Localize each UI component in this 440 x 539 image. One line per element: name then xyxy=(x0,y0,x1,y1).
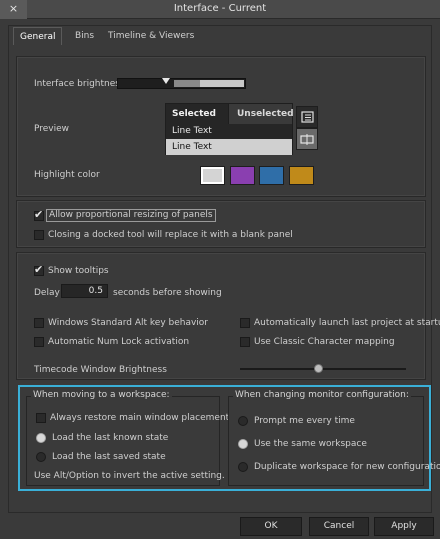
duplicate-workspace-label: Duplicate workspace for new configuratio… xyxy=(254,462,440,472)
ok-button[interactable]: OK xyxy=(240,517,302,536)
load-saved-label: Load the last saved state xyxy=(52,452,166,462)
prompt-radio[interactable] xyxy=(238,416,248,426)
frame-view-icon[interactable] xyxy=(296,128,318,150)
list-view-icon[interactable] xyxy=(296,106,318,128)
num-lock-label: Automatic Num Lock activation xyxy=(48,337,190,347)
highlight-swatch-blue[interactable] xyxy=(259,166,284,185)
classic-mapping-label: Use Classic Character mapping xyxy=(254,337,395,347)
tab-general[interactable]: General xyxy=(13,27,63,45)
show-tooltips-label: Show tooltips xyxy=(48,266,109,276)
brightness-slider[interactable] xyxy=(117,78,246,89)
show-tooltips-checkbox[interactable]: ✔ xyxy=(34,263,44,276)
always-restore-label: Always restore main window placement xyxy=(50,413,230,423)
preview-label: Preview xyxy=(34,124,70,134)
window-title: Interface - Current xyxy=(173,3,267,14)
workspace-hint: Use Alt/Option to invert the active sett… xyxy=(34,471,225,481)
load-known-label: Load the last known state xyxy=(52,433,169,443)
highlight-swatch-gold[interactable] xyxy=(289,166,314,185)
brightness-label: Interface brightness xyxy=(34,79,125,89)
highlight-label: Highlight color xyxy=(34,170,100,180)
delay-input[interactable]: 0.5 xyxy=(61,284,108,298)
alt-key-label: Windows Standard Alt key behavior xyxy=(48,318,209,328)
preview-row-unselected: Line Text xyxy=(166,139,292,155)
same-workspace-label: Use the same workspace xyxy=(254,439,367,449)
workspace-group-title: When moving to a workspace: xyxy=(31,390,172,400)
resize-panels-label: Allow proportional resizing of panels xyxy=(46,209,216,222)
brightness-light-segment xyxy=(200,80,244,87)
alt-key-checkbox[interactable] xyxy=(34,318,44,328)
cancel-button[interactable]: Cancel xyxy=(309,517,369,536)
title-bar: × Interface - Current xyxy=(0,0,440,19)
auto-launch-label: Automatically launch last project at sta… xyxy=(254,318,440,328)
preview-unselected-tab: Unselected xyxy=(228,104,294,124)
tab-bins[interactable]: Bins xyxy=(69,27,100,45)
panels-panel xyxy=(16,200,426,248)
duplicate-workspace-radio[interactable] xyxy=(238,462,248,472)
prompt-label: Prompt me every time xyxy=(254,416,355,426)
timecode-brightness-slider[interactable] xyxy=(240,368,406,370)
timecode-brightness-label: Timecode Window Brightness xyxy=(34,365,167,375)
docked-tool-label: Closing a docked tool will replace it wi… xyxy=(48,230,293,240)
highlight-swatch-purple[interactable] xyxy=(230,166,255,185)
highlight-swatch-gray[interactable] xyxy=(200,166,225,185)
brightness-mid-segment xyxy=(174,80,200,87)
preview-selected-tab: Selected xyxy=(166,104,228,124)
apply-button[interactable]: Apply xyxy=(374,517,434,536)
num-lock-checkbox[interactable] xyxy=(34,337,44,347)
delay-label: Delay xyxy=(34,288,60,298)
auto-launch-checkbox[interactable] xyxy=(240,318,250,328)
always-restore-checkbox[interactable] xyxy=(36,413,46,423)
classic-mapping-checkbox[interactable] xyxy=(240,337,250,347)
checkmark-icon: ✔ xyxy=(34,208,44,221)
preview-box: Selected Unselected Line Text Line Text xyxy=(165,103,294,155)
same-workspace-radio[interactable] xyxy=(238,439,248,449)
checkmark-icon: ✔ xyxy=(34,263,44,276)
timecode-brightness-thumb[interactable] xyxy=(314,364,323,373)
tab-timeline-viewers[interactable]: Timeline & Viewers xyxy=(102,27,200,45)
brightness-thumb[interactable] xyxy=(162,78,170,84)
load-saved-radio[interactable] xyxy=(36,452,46,462)
delay-suffix-label: seconds before showing xyxy=(113,288,222,298)
preview-row-selected: Line Text xyxy=(166,124,292,139)
docked-tool-checkbox[interactable] xyxy=(34,230,44,240)
monitor-group-title: When changing monitor configuration: xyxy=(233,390,411,400)
resize-panels-checkbox[interactable]: ✔ xyxy=(34,208,44,221)
load-known-radio[interactable] xyxy=(36,433,46,443)
